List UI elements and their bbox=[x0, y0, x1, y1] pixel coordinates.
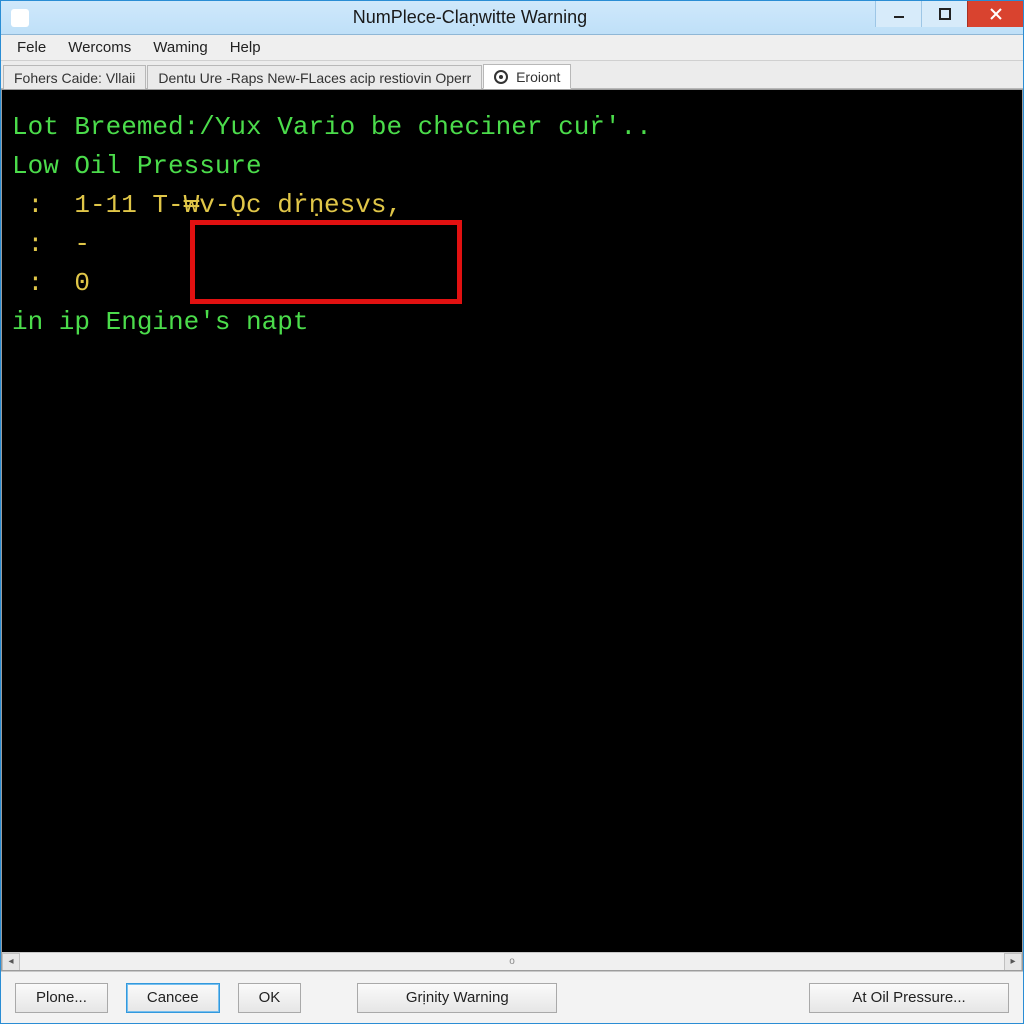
globe-icon bbox=[494, 70, 508, 84]
menu-bar: Fele Wercoms Waming Help bbox=[1, 35, 1023, 61]
tab-eroiont[interactable]: Eroiont bbox=[483, 64, 571, 89]
terminal-line: : 0 bbox=[12, 264, 1012, 303]
terminal-line: : - bbox=[12, 225, 1012, 264]
terminal-container: Lot Breemed:/Yux Vario be checiner cuṙ'.… bbox=[1, 89, 1023, 971]
ok-button[interactable]: OK bbox=[238, 983, 302, 1013]
tab-fohers[interactable]: Fohers Caide: Vllaii bbox=[3, 65, 146, 89]
terminal-line: Low Oil Pressure bbox=[12, 147, 1012, 186]
tab-dentu[interactable]: Dentu Ure -Raps New-FLaces acip restiovi… bbox=[147, 65, 482, 89]
close-button[interactable] bbox=[967, 1, 1023, 27]
title-bar: NumPlece-Claṇwitte Warning bbox=[1, 1, 1023, 35]
maximize-button[interactable] bbox=[921, 1, 967, 27]
terminal-line: : 1-11 T-₩v-Ọc dṙṇesvs, bbox=[12, 186, 1012, 225]
menu-file[interactable]: Fele bbox=[7, 36, 56, 59]
plone-button[interactable]: Plone... bbox=[15, 983, 108, 1013]
tab-label: Fohers Caide: Vllaii bbox=[14, 70, 135, 86]
app-icon bbox=[11, 9, 29, 27]
terminal-line: Lot Breemed:/Yux Vario be checiner cuṙ'.… bbox=[12, 108, 1012, 147]
terminal-line: in ip Engine's napt bbox=[12, 303, 1012, 342]
minimize-button[interactable] bbox=[875, 1, 921, 27]
button-bar: Plone... Cancee OK Grịnity Warning At Oi… bbox=[1, 971, 1023, 1023]
horizontal-scrollbar[interactable]: ◂ o ▸ bbox=[2, 952, 1022, 970]
scroll-track[interactable]: o bbox=[20, 953, 1004, 971]
scroll-left-button[interactable]: ◂ bbox=[2, 953, 20, 971]
menu-warning[interactable]: Waming bbox=[143, 36, 217, 59]
warning-button[interactable]: Grịnity Warning bbox=[357, 983, 557, 1013]
app-window: NumPlece-Claṇwitte Warning Fele Wercoms … bbox=[0, 0, 1024, 1024]
terminal-output[interactable]: Lot Breemed:/Yux Vario be checiner cuṙ'.… bbox=[2, 90, 1022, 952]
tab-label: Dentu Ure -Raps New-FLaces acip restiovi… bbox=[158, 70, 471, 86]
window-controls bbox=[875, 1, 1023, 31]
tab-strip: Fohers Caide: Vllaii Dentu Ure -Raps New… bbox=[1, 61, 1023, 89]
oil-pressure-button[interactable]: At Oil Pressure... bbox=[809, 983, 1009, 1013]
cancel-button[interactable]: Cancee bbox=[126, 983, 220, 1013]
tab-label: Eroiont bbox=[516, 69, 560, 85]
menu-wercoms[interactable]: Wercoms bbox=[58, 36, 141, 59]
scroll-right-button[interactable]: ▸ bbox=[1004, 953, 1022, 971]
menu-help[interactable]: Help bbox=[220, 36, 271, 59]
